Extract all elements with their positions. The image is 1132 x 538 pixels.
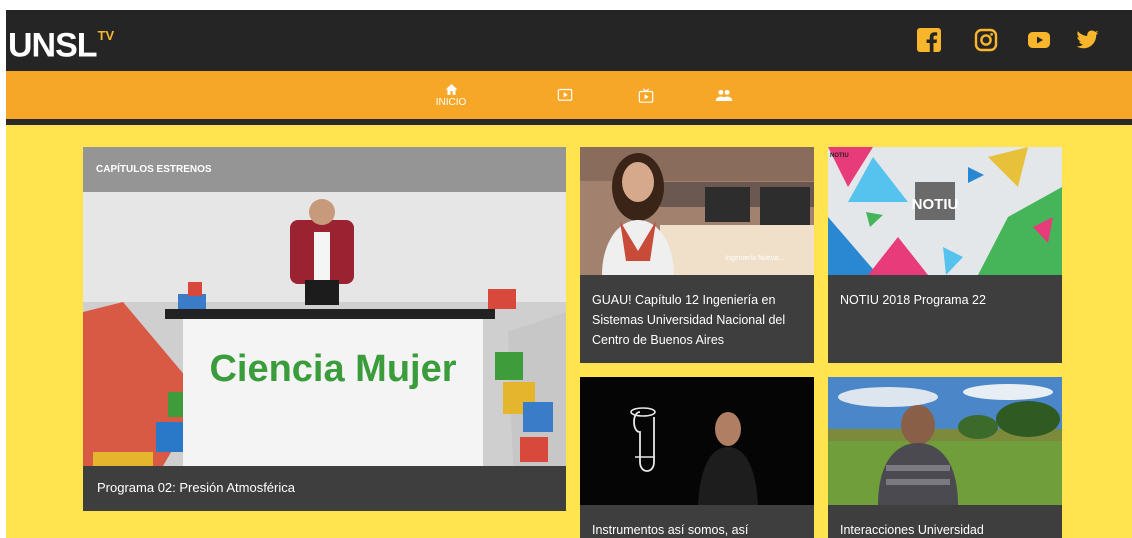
video-card[interactable]: Instrumentos así somos, así: [580, 377, 814, 538]
tv-icon: [638, 87, 654, 103]
video-card[interactable]: NOTIU NOTIU NOTIU 2018 Programa 22: [828, 147, 1062, 363]
notiu-badge-text: NOTIU: [912, 196, 959, 213]
facebook-icon[interactable]: [917, 28, 941, 52]
video-card[interactable]: Ingeniería Nueva... GUAU! Capítulo 12 In…: [580, 147, 814, 363]
twitter-icon[interactable]: [1075, 28, 1099, 52]
video-thumbnail[interactable]: [580, 377, 814, 505]
nav-people[interactable]: [696, 71, 752, 119]
video-card[interactable]: Interacciones Universidad: [828, 377, 1062, 538]
nav-divider: [6, 119, 1132, 125]
video-title[interactable]: NOTIU 2018 Programa 22: [840, 290, 1052, 310]
page: UNSLTV INICIO CAPÍTULOS ESTRENOS Ciencia…: [6, 10, 1132, 538]
nav-inicio[interactable]: INICIO: [423, 71, 479, 119]
nav-videos[interactable]: [537, 71, 593, 119]
notiu-corner-text: NOTIU: [830, 153, 849, 159]
video-title[interactable]: Instrumentos así somos, así: [592, 520, 804, 538]
video-thumbnail[interactable]: NOTIU NOTIU: [828, 147, 1062, 275]
featured-card[interactable]: CAPÍTULOS ESTRENOS Ciencia Mujer Program…: [83, 147, 566, 511]
home-icon: [445, 83, 457, 95]
top-bar: UNSLTV: [6, 10, 1132, 71]
show-logo-text: Ciencia Mujer: [209, 348, 456, 390]
section-header: CAPÍTULOS ESTRENOS: [83, 147, 566, 192]
video-title[interactable]: Interacciones Universidad: [840, 520, 1052, 538]
nav-inicio-label: INICIO: [435, 96, 467, 108]
people-icon: [715, 89, 733, 101]
logo[interactable]: UNSLTV: [8, 22, 114, 63]
video-title[interactable]: GUAU! Capítulo 12 Ingeniería en Sistemas…: [592, 290, 804, 350]
nav-tv[interactable]: [618, 71, 674, 119]
featured-thumbnail[interactable]: Ciencia Mujer: [83, 192, 566, 466]
thumbnail-caption-text: Ingeniería Nueva...: [725, 255, 784, 262]
video-thumbnail[interactable]: [828, 377, 1062, 505]
play-icon: [557, 88, 573, 101]
video-thumbnail[interactable]: Ingeniería Nueva...: [580, 147, 814, 275]
main-nav: INICIO: [6, 71, 1132, 119]
instagram-icon[interactable]: [974, 28, 998, 52]
featured-title[interactable]: Programa 02: Presión Atmosférica: [97, 480, 295, 495]
youtube-icon[interactable]: [1027, 28, 1051, 52]
